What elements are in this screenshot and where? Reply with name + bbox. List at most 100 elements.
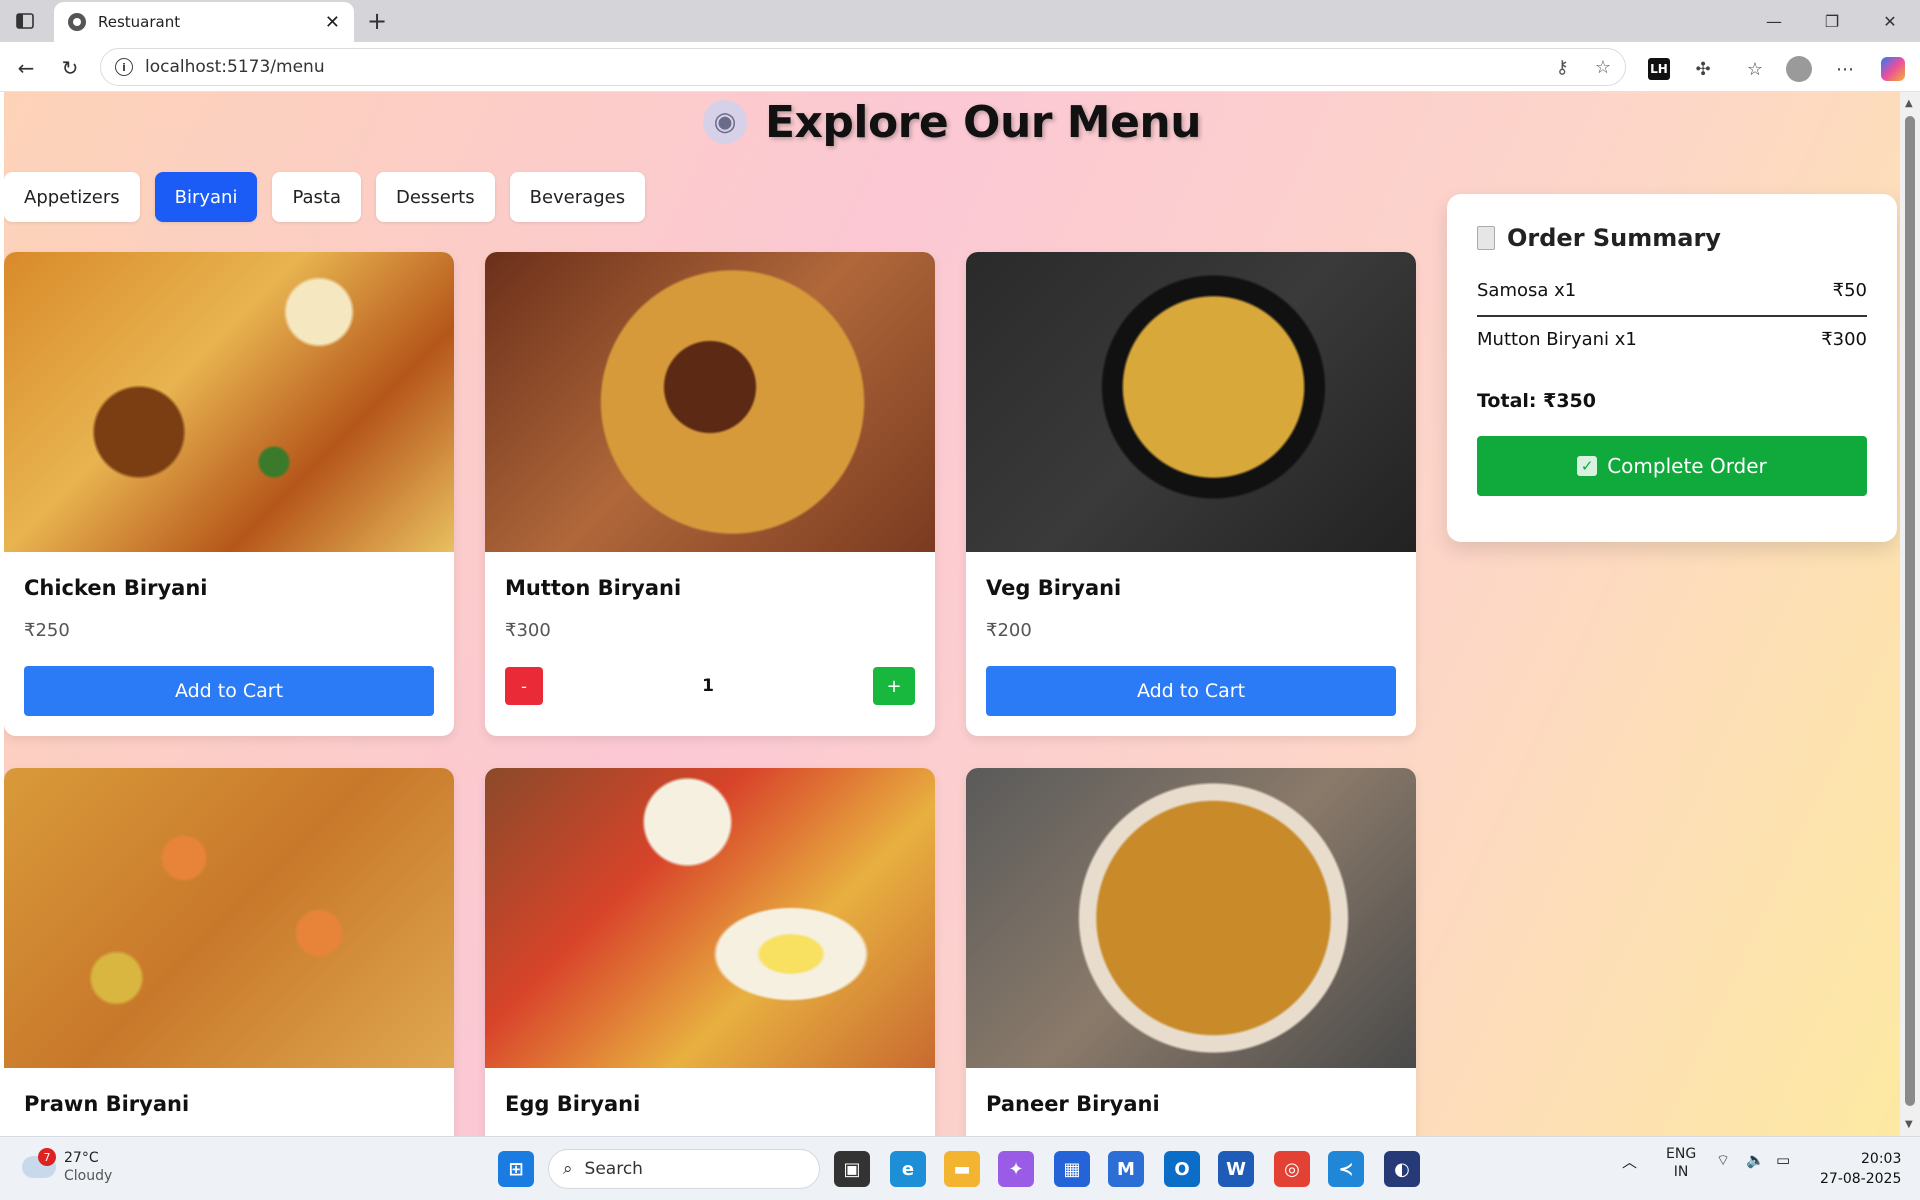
favorite-star-icon[interactable]: ☆ [1595,57,1611,78]
scroll-down-icon[interactable]: ▼ [1905,1119,1913,1130]
minimize-button[interactable]: — [1745,0,1803,42]
quantity-value: 1 [702,676,714,696]
order-line-item: Mutton Biryani x1 [1477,329,1637,350]
increase-quantity-button[interactable]: + [873,667,915,705]
restore-button[interactable]: ❐ [1803,0,1861,42]
order-summary-title: Order Summary [1507,224,1721,252]
complete-order-label: Complete Order [1607,454,1767,478]
edge-browser-icon[interactable]: e [890,1151,926,1187]
tab-title: Restuarant [98,13,181,31]
search-icon: ⌕ [563,1159,573,1179]
site-info-icon[interactable]: i [115,58,133,76]
page-heading: ◉ Explore Our Menu [4,92,1900,152]
word-icon[interactable]: W [1218,1151,1254,1187]
page-viewport: ◉ Explore Our Menu Appetizers Biryani Pa… [4,92,1900,1136]
file-explorer-icon[interactable]: ▬ [944,1151,980,1187]
vscode-icon[interactable]: ≺ [1328,1151,1364,1187]
app-globe-icon[interactable]: ◐ [1384,1151,1420,1187]
scroll-thumb[interactable] [1905,116,1915,1106]
item-name: Veg Biryani [986,576,1122,600]
plate-icon: ◉ [702,100,747,144]
egg-biryani-image [485,768,935,1068]
extensions-puzzle-icon[interactable]: ✣ [1690,56,1716,82]
menu-card-egg-biryani: Egg Biryani [485,768,935,1136]
quantity-stepper: - 1 + [505,666,915,706]
tab-favicon-icon [68,13,86,31]
scroll-up-icon[interactable]: ▲ [1905,98,1913,109]
more-menu-icon[interactable]: ⋯ [1832,56,1858,82]
new-tab-button[interactable]: + [362,6,392,36]
reload-button[interactable]: ↻ [54,52,86,84]
order-summary-header: Order Summary [1477,224,1867,252]
language-code: ENG [1666,1146,1697,1162]
order-total: Total: ₹350 [1477,390,1597,412]
item-name: Prawn Biryani [24,1092,190,1116]
weather-desc: Cloudy [64,1168,113,1184]
browser-titlebar: Restuarant ✕ + — ❐ ✕ [0,0,1920,42]
wifi-icon[interactable]: ⌔ [1716,1151,1730,1170]
veg-biryani-image [966,252,1416,552]
tab-biryani[interactable]: Biryani [154,172,258,222]
tab-close-icon[interactable]: ✕ [325,12,340,33]
cloudy-weather-icon: 7 [22,1148,56,1178]
menu-card-chicken-biryani: Chicken Biryani ₹250 Add to Cart [4,252,454,736]
clock-date: 27-08-2025 [1820,1171,1902,1187]
clock-time: 20:03 [1861,1151,1902,1167]
order-line: Samosa x1 ₹50 [1477,268,1867,317]
weather-temp: 27°C [64,1150,99,1166]
taskbar-clock[interactable]: 20:03 27-08-2025 [1820,1149,1901,1189]
favorites-icon[interactable]: ☆ [1742,56,1768,82]
copilot-icon[interactable] [1880,56,1906,82]
volume-icon[interactable]: 🔈 [1746,1151,1765,1169]
menu-card-veg-biryani: Veg Biryani ₹200 Add to Cart [966,252,1416,736]
task-view-icon[interactable]: ▣ [834,1151,870,1187]
microsoft-store-icon[interactable]: ▦ [1054,1151,1090,1187]
back-button[interactable]: ← [10,52,42,84]
add-to-cart-button[interactable]: Add to Cart [24,666,434,716]
menu-card-paneer-biryani: Paneer Biryani [966,768,1416,1136]
extension-lh-icon[interactable]: LH [1648,58,1670,80]
windows-taskbar: 7 27°C Cloudy ⊞ ⌕ Search ▣ e ▬ ✦ ▦ M O W… [0,1136,1920,1200]
close-window-button[interactable]: ✕ [1861,0,1919,42]
receipt-icon [1477,226,1495,250]
language-region: IN [1673,1164,1689,1180]
order-line-price: ₹300 [1821,329,1867,350]
add-to-cart-button[interactable]: Add to Cart [986,666,1396,716]
tab-desserts[interactable]: Desserts [376,172,495,222]
browser-tab[interactable]: Restuarant ✕ [54,2,354,42]
mutton-biryani-image [485,252,935,552]
decrease-quantity-button[interactable]: - [505,667,543,705]
item-price: ₹250 [24,620,70,641]
browser-navbar: ← ↻ i localhost:5173/menu ⚷ ☆ LH ✣ ☆ ⋯ [0,42,1920,92]
category-tabs: Appetizers Biryani Pasta Desserts Bevera… [4,172,646,222]
tab-actions-icon[interactable] [10,8,40,34]
weather-badge: 7 [38,1148,56,1166]
weather-widget[interactable]: 7 27°C Cloudy [22,1148,113,1185]
tab-appetizers[interactable]: Appetizers [4,172,140,222]
checkbox-icon: ✓ [1577,456,1598,476]
item-name: Paneer Biryani [986,1092,1160,1116]
profile-avatar-icon[interactable] [1786,56,1812,82]
address-url[interactable]: localhost:5173/menu [145,57,1530,77]
key-icon[interactable]: ⚷ [1556,57,1569,78]
mathpix-icon[interactable]: M [1108,1151,1144,1187]
input-language[interactable]: ENG IN [1666,1145,1696,1181]
item-name: Chicken Biryani [24,576,208,600]
tab-beverages[interactable]: Beverages [509,172,646,222]
start-windows-icon[interactable]: ⊞ [498,1151,534,1187]
taskbar-search[interactable]: ⌕ Search [548,1149,820,1189]
show-hidden-icons-icon[interactable]: ︿ [1622,1151,1637,1172]
complete-order-button[interactable]: ✓ Complete Order [1477,436,1867,496]
outlook-icon[interactable]: O [1164,1151,1200,1187]
chrome-icon[interactable]: ◎ [1274,1151,1310,1187]
menu-card-mutton-biryani: Mutton Biryani ₹300 - 1 + [485,252,935,736]
tab-pasta[interactable]: Pasta [272,172,361,222]
search-placeholder: Search [584,1159,643,1179]
battery-icon[interactable]: ▭ [1776,1151,1790,1169]
page-scrollbar[interactable]: ▲ ▼ [1900,92,1920,1136]
item-price: ₹200 [986,620,1032,641]
item-name: Egg Biryani [505,1092,641,1116]
copilot-app-icon[interactable]: ✦ [998,1151,1034,1187]
address-bar[interactable]: i localhost:5173/menu ⚷ ☆ [100,48,1626,86]
order-line-price: ₹50 [1832,280,1867,301]
